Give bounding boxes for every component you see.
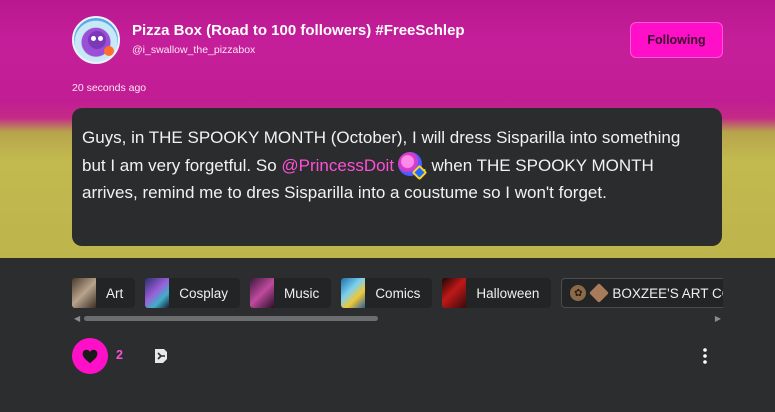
more-options-icon[interactable]: [696, 346, 714, 366]
tag-cosplay[interactable]: Cosplay: [145, 278, 241, 308]
tag-thumbnail: [341, 278, 366, 308]
tag-label: BOXZEE'S ART COMMUN: [612, 285, 723, 301]
scroll-left-icon[interactable]: ◀: [74, 314, 80, 323]
tag-thumbnail: [250, 278, 275, 308]
heart-icon: [82, 349, 98, 363]
community-box-icon: [589, 283, 610, 303]
tag-label: Art: [106, 285, 124, 301]
reblog-icon[interactable]: [152, 347, 170, 365]
post-body: Guys, in THE SPOOKY MONTH (October), I w…: [72, 108, 722, 246]
tag-music[interactable]: Music: [250, 278, 332, 308]
tag-list: Art Cosplay Music Comics Halloween ✿ BOX…: [72, 278, 723, 308]
tag-label: Halloween: [476, 285, 540, 301]
following-button[interactable]: Following: [630, 22, 723, 58]
post-actions: 2: [72, 338, 723, 374]
like-button[interactable]: [72, 338, 108, 374]
blog-avatar[interactable]: [72, 16, 120, 64]
tag-label: Cosplay: [179, 285, 229, 301]
blog-handle[interactable]: @i_swallow_the_pizzabox: [132, 44, 255, 56]
tag-scrollbar[interactable]: ◀ ▶: [72, 313, 723, 323]
tag-label: Music: [284, 285, 320, 301]
tag-comics[interactable]: Comics: [341, 278, 433, 308]
avatar-badge: [104, 46, 114, 56]
blog-title[interactable]: Pizza Box (Road to 100 followers) #FreeS…: [132, 22, 465, 39]
mention-link[interactable]: @PrincessDoit: [281, 156, 394, 175]
scroll-thumb[interactable]: [84, 316, 378, 321]
avatar-eye-right: [98, 36, 103, 41]
tag-community[interactable]: ✿ BOXZEE'S ART COMMUN: [561, 278, 723, 308]
scroll-right-icon[interactable]: ▶: [715, 314, 721, 323]
avatar-eye-left: [91, 36, 96, 41]
tag-label: Comics: [375, 285, 421, 301]
tag-thumbnail: [72, 278, 96, 308]
tag-halloween[interactable]: Halloween: [442, 278, 552, 308]
community-avatar-icon: ✿: [570, 285, 587, 301]
mention-avatar[interactable]: [398, 151, 428, 180]
tag-art[interactable]: Art: [72, 278, 136, 308]
tag-thumbnail: [442, 278, 467, 308]
tag-thumbnail: [145, 278, 170, 308]
like-count: 2: [116, 348, 123, 362]
post-timestamp: 20 seconds ago: [72, 82, 147, 94]
avatar-face: [88, 31, 106, 49]
